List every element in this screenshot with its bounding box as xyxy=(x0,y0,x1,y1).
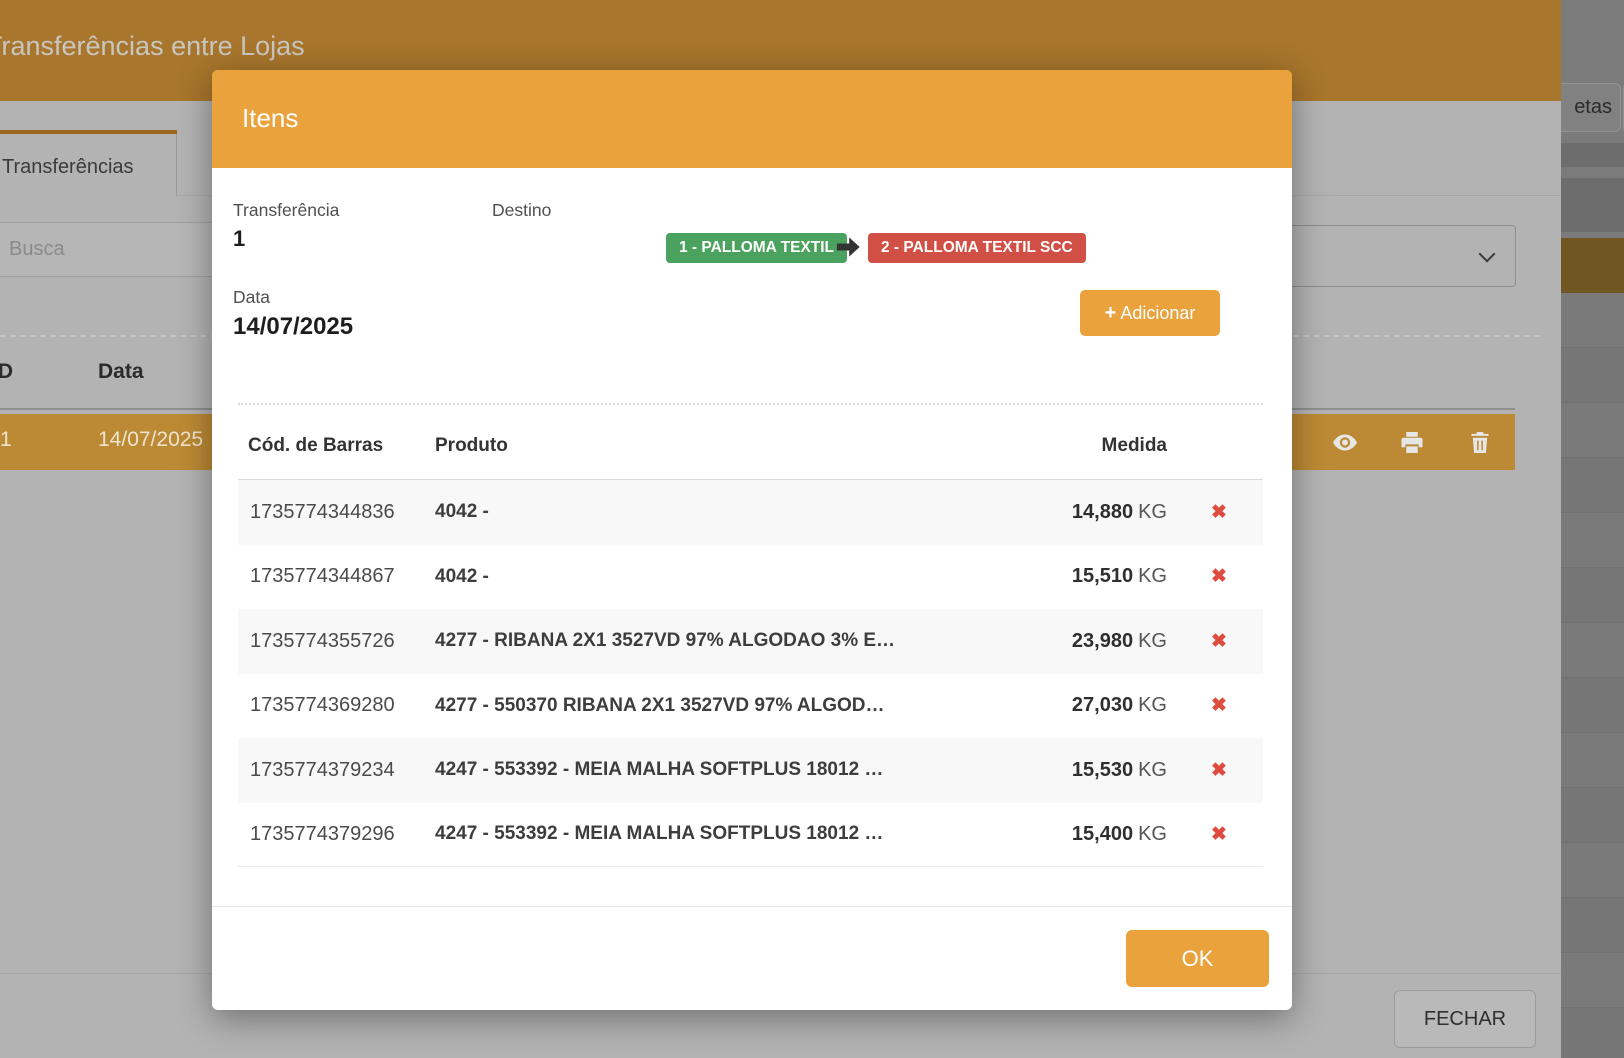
modal-header: Itens xyxy=(212,70,1292,168)
item-actions: ✖ xyxy=(1175,630,1263,653)
screen: Transferências entre Lojas Transferência… xyxy=(0,0,1624,1058)
transferencia-label: Transferência xyxy=(233,200,339,221)
adicionar-label: Adicionar xyxy=(1120,303,1195,323)
item-produto: 4042 - xyxy=(435,501,1010,523)
strip-highlight-band xyxy=(1561,238,1624,293)
item-barcode: 1735774355726 xyxy=(238,630,435,653)
page-title: Transferências entre Lojas xyxy=(0,31,305,62)
item-produto: 4277 - RIBANA 2X1 3527VD 97% ALGODAO 3% … xyxy=(435,630,1010,652)
chevron-down-icon xyxy=(1479,246,1496,263)
row-id-value: 1 xyxy=(0,428,12,452)
item-medida: 15,530KG xyxy=(1010,759,1175,782)
table-row: 17357743448674042 -15,510KG✖ xyxy=(238,545,1263,610)
remove-item-icon[interactable]: ✖ xyxy=(1211,824,1227,845)
print-icon[interactable] xyxy=(1400,432,1424,453)
item-barcode: 1735774344836 xyxy=(238,501,435,524)
table-row: 17357743448364042 -14,880KG✖ xyxy=(238,480,1263,545)
etiquetas-button[interactable]: etas xyxy=(1561,83,1621,132)
background-window-strip: etas xyxy=(1561,0,1624,1058)
table-row: 17357743792964247 - 553392 - MEIA MALHA … xyxy=(238,803,1263,868)
data-value: 14/07/2025 xyxy=(233,313,353,341)
remove-item-icon[interactable]: ✖ xyxy=(1211,695,1227,716)
view-icon[interactable] xyxy=(1333,432,1357,453)
medida-value: 15,530 xyxy=(1072,759,1133,781)
item-barcode: 1735774344867 xyxy=(238,565,435,588)
items-table-body: 17357743448364042 -14,880KG✖173577434486… xyxy=(238,480,1263,867)
table-row: 17357743692804277 - 550370 RIBANA 2X1 35… xyxy=(238,674,1263,739)
remove-item-icon[interactable]: ✖ xyxy=(1211,566,1227,587)
item-medida: 23,980KG xyxy=(1010,630,1175,653)
strip-band xyxy=(1561,143,1624,167)
item-actions: ✖ xyxy=(1175,501,1263,524)
medida-unit: KG xyxy=(1138,501,1167,523)
destination-store-badge: 2 - PALLOMA TEXTIL SCC xyxy=(868,233,1086,263)
medida-value: 15,400 xyxy=(1072,823,1133,845)
table-row: 17357743557264277 - RIBANA 2X1 3527VD 97… xyxy=(238,609,1263,674)
row-date-value: 14/07/2025 xyxy=(98,428,203,452)
medida-unit: KG xyxy=(1138,630,1167,652)
item-actions: ✖ xyxy=(1175,565,1263,588)
ok-button[interactable]: OK xyxy=(1126,930,1269,987)
medida-unit: KG xyxy=(1138,694,1167,716)
items-header-produto: Produto xyxy=(435,435,508,457)
item-medida: 14,880KG xyxy=(1010,501,1175,524)
item-actions: ✖ xyxy=(1175,759,1263,782)
item-medida: 27,030KG xyxy=(1010,694,1175,717)
modal-footer-divider xyxy=(212,906,1292,907)
item-produto: 4277 - 550370 RIBANA 2X1 3527VD 97% ALGO… xyxy=(435,695,1010,717)
remove-item-icon[interactable]: ✖ xyxy=(1211,631,1227,652)
item-barcode: 1735774369280 xyxy=(238,694,435,717)
items-header-medida: Medida xyxy=(912,435,1167,457)
table-row: 17357743792344247 - 553392 - MEIA MALHA … xyxy=(238,738,1263,803)
fechar-button[interactable]: FECHAR xyxy=(1394,990,1536,1048)
medida-unit: KG xyxy=(1138,759,1167,781)
trash-icon[interactable] xyxy=(1468,432,1492,453)
item-produto: 4247 - 553392 - MEIA MALHA SOFTPLUS 1801… xyxy=(435,759,1010,781)
medida-value: 15,510 xyxy=(1072,565,1133,587)
item-barcode: 1735774379234 xyxy=(238,759,435,782)
item-actions: ✖ xyxy=(1175,823,1263,846)
medida-value: 27,030 xyxy=(1072,694,1133,716)
destino-label: Destino xyxy=(492,200,551,221)
origin-store-badge: 1 - PALLOMA TEXTIL xyxy=(666,233,847,263)
column-header-data: Data xyxy=(98,360,144,384)
item-produto: 4042 - xyxy=(435,566,1010,588)
modal-title: Itens xyxy=(242,103,298,134)
tab-transferencias-label: Transferências xyxy=(2,156,134,179)
medida-unit: KG xyxy=(1138,565,1167,587)
strip-row-stripes xyxy=(1561,293,1624,1058)
items-header-barcode: Cód. de Barras xyxy=(248,435,383,457)
item-barcode: 1735774379296 xyxy=(238,823,435,846)
medida-unit: KG xyxy=(1138,823,1167,845)
dotted-divider xyxy=(238,403,1263,405)
item-medida: 15,510KG xyxy=(1010,565,1175,588)
item-produto: 4247 - 553392 - MEIA MALHA SOFTPLUS 1801… xyxy=(435,823,1010,845)
medida-value: 14,880 xyxy=(1072,501,1133,523)
itens-modal: Itens Transferência 1 Destino 1 - PALLOM… xyxy=(212,70,1292,1010)
strip-band xyxy=(1561,178,1624,232)
item-medida: 15,400KG xyxy=(1010,823,1175,846)
remove-item-icon[interactable]: ✖ xyxy=(1211,502,1227,523)
adicionar-button[interactable]: +Adicionar xyxy=(1080,290,1220,336)
remove-item-icon[interactable]: ✖ xyxy=(1211,760,1227,781)
transferencia-value: 1 xyxy=(233,226,245,252)
medida-value: 23,980 xyxy=(1072,630,1133,652)
item-actions: ✖ xyxy=(1175,694,1263,717)
data-label: Data xyxy=(233,287,270,308)
column-header-id: ID xyxy=(0,360,13,384)
arrow-right-icon xyxy=(834,233,862,261)
plus-icon: + xyxy=(1105,302,1117,324)
